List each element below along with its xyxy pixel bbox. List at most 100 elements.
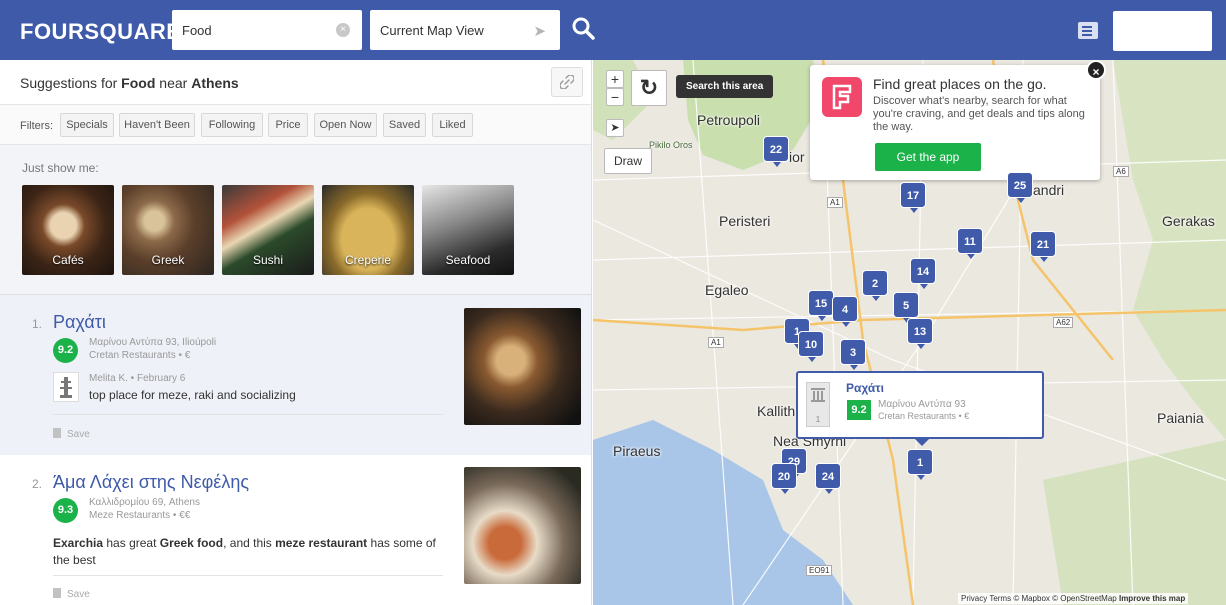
- venue-price: €€: [179, 510, 191, 521]
- map-pin[interactable]: 20: [771, 463, 797, 494]
- road-label: A1: [827, 197, 843, 208]
- venue-category-name[interactable]: Cretan Restaurants: [89, 350, 176, 361]
- category-tile-seafood[interactable]: Seafood: [422, 185, 514, 275]
- map-label-peristeri: Peristeri: [719, 213, 771, 229]
- map-pin[interactable]: 17: [900, 182, 926, 213]
- get-the-app-button[interactable]: Get the app: [875, 143, 981, 171]
- map-label-andri: andri: [1033, 182, 1065, 198]
- filter-specials[interactable]: Specials: [60, 113, 114, 137]
- save-button[interactable]: Save: [53, 588, 90, 600]
- map-pin[interactable]: 13: [907, 318, 933, 349]
- map-pin[interactable]: 14: [910, 258, 936, 289]
- save-button[interactable]: Save: [53, 428, 90, 440]
- filter-havent-been[interactable]: Haven't Been: [119, 113, 195, 137]
- filter-following[interactable]: Following: [201, 113, 263, 137]
- results-panel: Suggestions for Food near Athens Filters…: [0, 60, 592, 605]
- map-label-egaleo: Egaleo: [705, 282, 749, 298]
- map-pin[interactable]: 2: [862, 270, 888, 301]
- suggestions-near-word: near: [155, 75, 192, 91]
- popup-venue-name[interactable]: Ραχάτι: [846, 381, 884, 395]
- save-label: Save: [67, 429, 90, 440]
- road-label: EO91: [806, 565, 833, 576]
- map-pin[interactable]: 1: [907, 449, 933, 480]
- venue-name[interactable]: Άμα Λάχει στης Νεφέλης: [53, 472, 249, 493]
- draw-button[interactable]: Draw: [604, 148, 652, 174]
- privacy-link[interactable]: Privacy: [961, 594, 987, 603]
- filter-liked[interactable]: Liked: [432, 113, 473, 137]
- venue-score-badge: 9.3: [53, 498, 78, 523]
- map-pin[interactable]: 21: [1030, 231, 1056, 262]
- location-arrow-icon[interactable]: ➤: [533, 22, 546, 40]
- search-input-value[interactable]: Food: [182, 23, 212, 38]
- map-label-pikilo: Pikilo Oros: [649, 140, 693, 150]
- category-tile-creperie[interactable]: Creperie: [322, 185, 414, 275]
- category-tile-sushi[interactable]: Sushi: [222, 185, 314, 275]
- map-pin[interactable]: 22: [763, 136, 789, 167]
- clear-search-icon[interactable]: ×: [336, 23, 350, 37]
- venue-category-name[interactable]: Meze Restaurants: [89, 510, 170, 521]
- search-input[interactable]: Food ×: [172, 10, 362, 50]
- zoom-in-button[interactable]: +: [606, 70, 624, 88]
- venue-address: Καλλιδρομίου 69, Athens: [89, 497, 200, 508]
- near-input[interactable]: Current Map View ➤: [370, 10, 560, 50]
- road-label: A62: [1053, 317, 1074, 328]
- venue-result-1[interactable]: 1. Ραχάτι 9.2 Μαρίνου Αντύπα 93, Ilioúpo…: [0, 295, 591, 455]
- tip-author-avatar[interactable]: [53, 372, 79, 402]
- map-pin[interactable]: 11: [957, 228, 983, 259]
- login-area[interactable]: [1113, 11, 1212, 51]
- road-label: A6: [1113, 166, 1129, 177]
- venue-result-2[interactable]: 2. Άμα Λάχει στης Νεφέλης 9.3 Καλλιδρομί…: [0, 455, 591, 605]
- map-pin[interactable]: 5: [893, 292, 919, 323]
- map-attribution: Privacy Terms © Mapbox © OpenStreetMap I…: [958, 593, 1189, 604]
- tip-text: top place for meze, raki and socializing: [89, 388, 296, 402]
- map-pin[interactable]: 24: [815, 463, 841, 494]
- road-label: A1: [708, 337, 724, 348]
- category-tile-label: Creperie: [344, 253, 392, 267]
- mapbox-link[interactable]: © Mapbox: [1013, 594, 1050, 603]
- venue-name[interactable]: Ραχάτι: [53, 312, 106, 333]
- link-icon: [559, 74, 575, 90]
- map-label-gerakas: Gerakas: [1162, 213, 1215, 229]
- filter-saved[interactable]: Saved: [383, 113, 426, 137]
- category-tile-label: Greek: [151, 253, 185, 267]
- map-pin[interactable]: 4: [832, 296, 858, 327]
- map-pin[interactable]: 10: [798, 331, 824, 362]
- map-pin[interactable]: 3: [840, 339, 866, 370]
- popup-rank: 1: [815, 415, 821, 424]
- zoom-out-button[interactable]: −: [606, 88, 624, 106]
- foursquare-logo[interactable]: FOURSQUARE: [20, 19, 181, 45]
- improve-map-link[interactable]: Improve this map: [1119, 594, 1185, 603]
- filters-label: Filters:: [20, 120, 53, 132]
- suggestions-header: Suggestions for Food near Athens: [0, 60, 591, 105]
- category-tile-label: Cafés: [52, 253, 84, 267]
- tip-text: , and this: [223, 536, 276, 550]
- venue-map-popup[interactable]: 1 Ραχάτι 9.2 Μαρίνου Αντύπα 93 Cretan Re…: [796, 371, 1044, 446]
- category-tile-cafes[interactable]: Cafés: [22, 185, 114, 275]
- foursquare-app-icon: [822, 77, 862, 117]
- search-this-area-tooltip[interactable]: Search this area: [676, 75, 774, 98]
- refresh-search-button[interactable]: ↻: [631, 70, 667, 106]
- map-pin[interactable]: 25: [1007, 172, 1033, 203]
- terms-link[interactable]: Terms: [989, 594, 1011, 603]
- get-app-promo: Find great places on the go. Discover wh…: [810, 65, 1100, 180]
- close-promo-icon[interactable]: ×: [1086, 60, 1106, 80]
- just-show-me-label: Just show me:: [22, 161, 99, 175]
- venue-category: Meze Restaurants • €€: [89, 510, 191, 521]
- suggestions-prefix: Suggestions for: [20, 75, 122, 91]
- near-input-value[interactable]: Current Map View: [380, 23, 484, 38]
- map-pin[interactable]: 15: [808, 290, 834, 321]
- openstreetmap-link[interactable]: © OpenStreetMap: [1052, 594, 1117, 603]
- venue-photo[interactable]: [464, 467, 581, 584]
- filters-bar: Filters: Specials Haven't Been Following…: [0, 105, 591, 145]
- filter-open-now[interactable]: Open Now: [314, 113, 377, 137]
- category-tile-greek[interactable]: Greek: [122, 185, 214, 275]
- venue-photo[interactable]: [464, 308, 581, 425]
- search-button[interactable]: [571, 16, 597, 42]
- share-link-button[interactable]: [551, 67, 583, 97]
- list-menu-icon[interactable]: [1078, 22, 1098, 39]
- filter-price[interactable]: Price: [268, 113, 308, 137]
- map-label-petroupoli: Petroupoli: [697, 112, 761, 128]
- tip-keyword: Greek food: [159, 536, 224, 550]
- locate-me-button[interactable]: ➤: [606, 119, 624, 137]
- map-label-piraeus: Piraeus: [613, 443, 661, 459]
